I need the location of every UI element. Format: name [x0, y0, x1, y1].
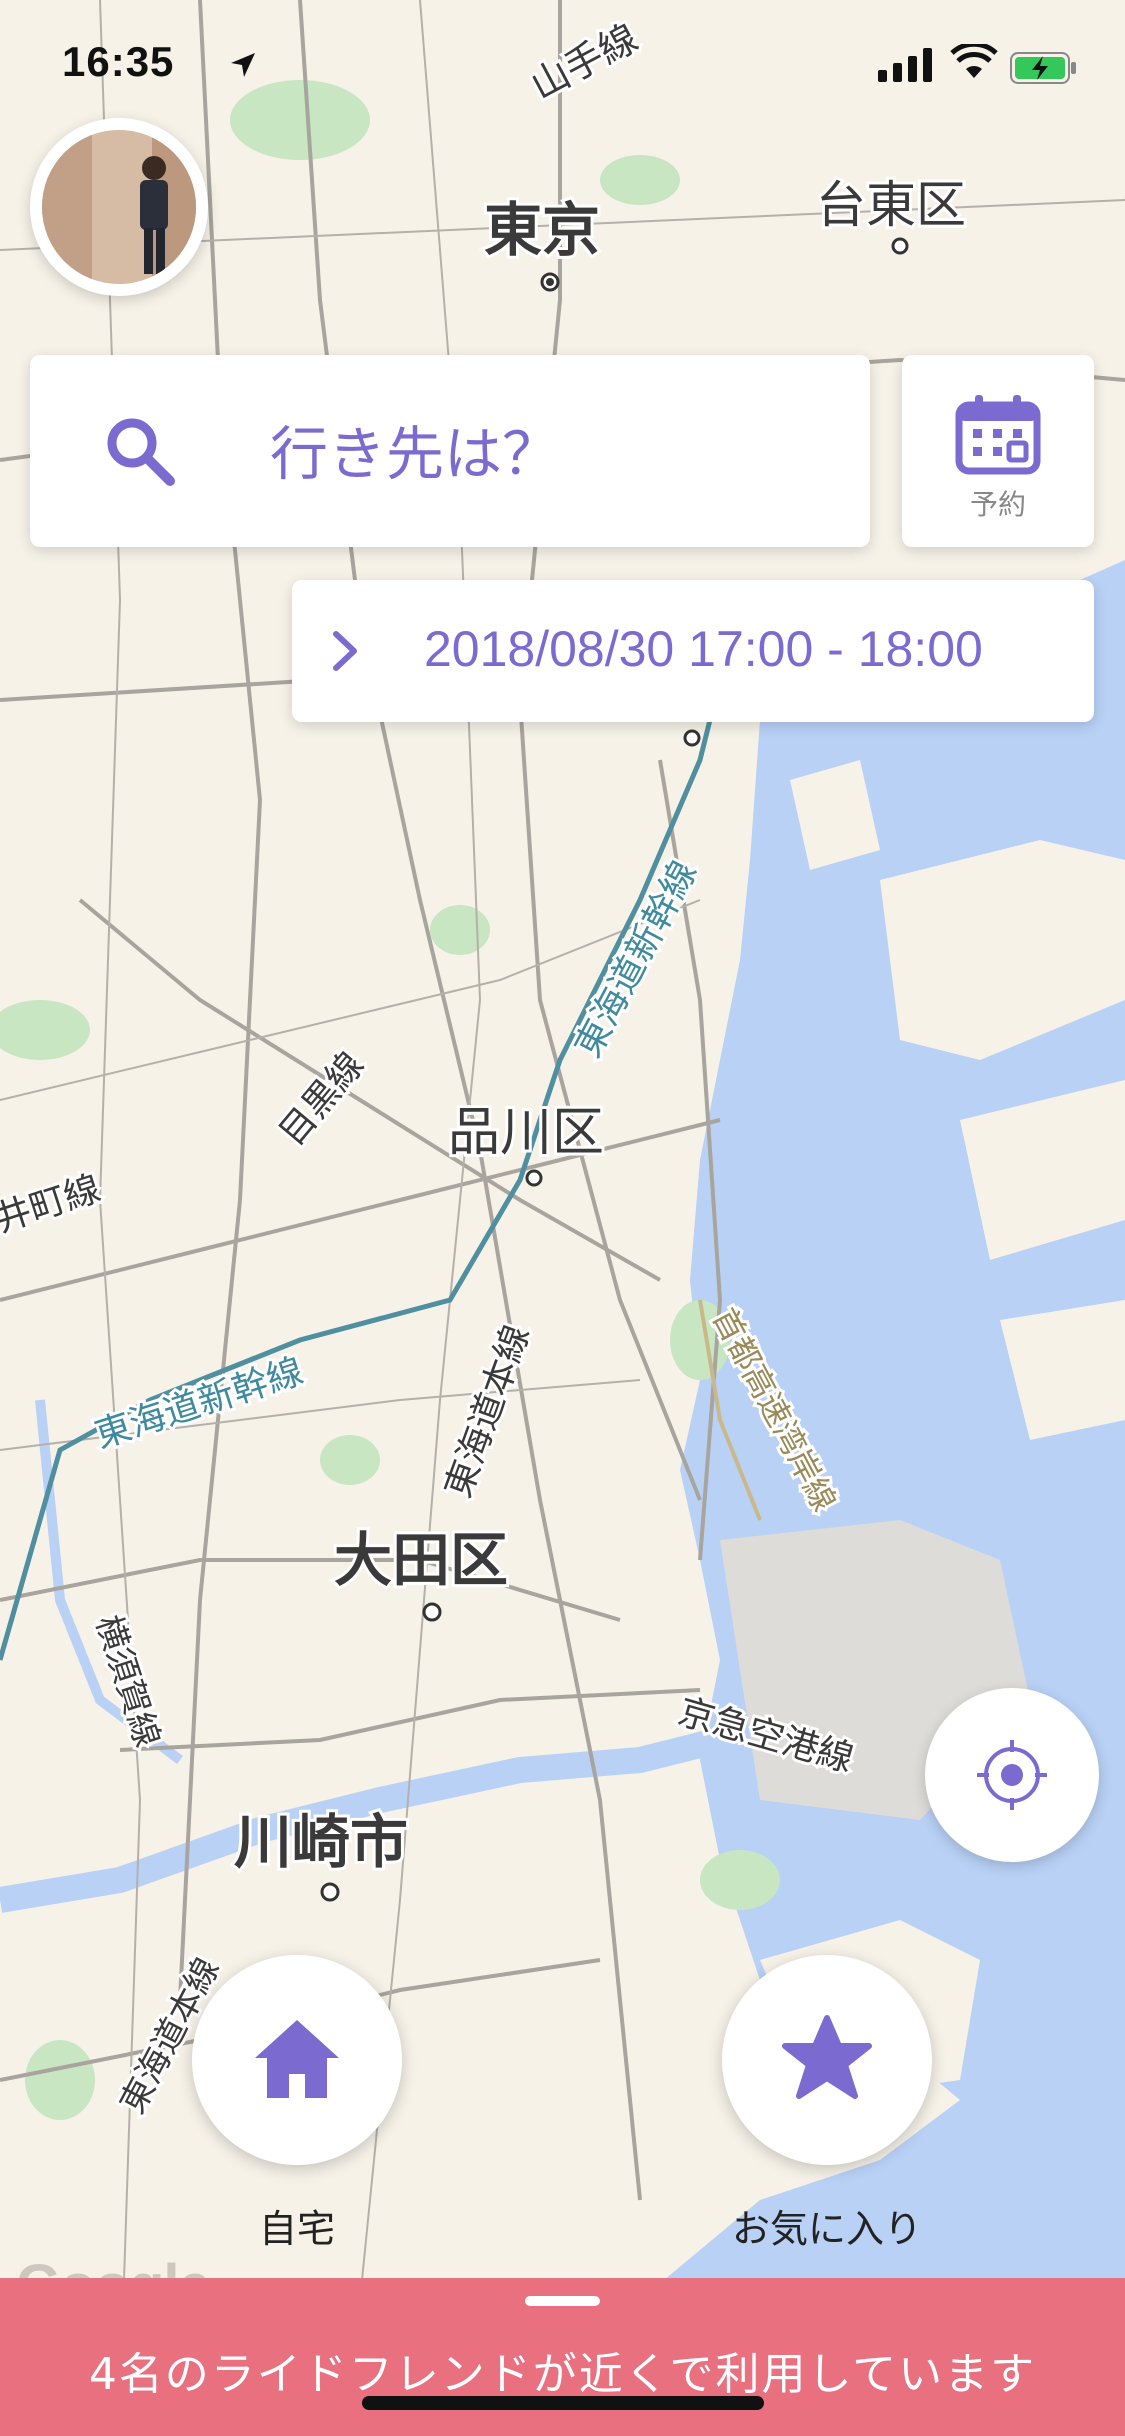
calendar-icon	[955, 395, 1041, 475]
home-icon	[255, 2020, 339, 2098]
banner-drag-handle[interactable]	[525, 2296, 600, 2306]
ride-friends-text: 4名のライドフレンドが近くで利用しています	[88, 2349, 1037, 2400]
current-location-button[interactable]	[925, 1688, 1099, 1862]
reserve-button[interactable]: 予約	[902, 355, 1094, 547]
chevron-right-icon	[333, 631, 357, 671]
location-arrow-icon	[231, 53, 255, 77]
home-shortcut-button[interactable]	[192, 1955, 402, 2165]
map-label-taito: 台東区	[816, 176, 966, 234]
destination-search-bar[interactable]: 行き先は？	[30, 355, 870, 547]
profile-avatar[interactable]	[30, 118, 208, 296]
status-time: 16:35	[62, 38, 175, 85]
favorites-shortcut-label: お気に入り	[731, 2207, 922, 2251]
map-label-shinagawa: 品川区	[448, 1103, 604, 1163]
search-icon	[107, 418, 175, 486]
status-bar: 16:35	[0, 0, 1125, 130]
ride-friends-banner[interactable]: 4名のライドフレンドが近くで利用しています	[0, 2278, 1125, 2436]
wifi-icon	[950, 44, 998, 78]
map-label-ota: 大田区	[334, 1526, 508, 1594]
battery-charging-icon	[1010, 52, 1076, 84]
cellular-signal-icon	[878, 48, 932, 82]
reserve-label: 予約	[969, 488, 1026, 521]
map-label-kawasaki: 川崎市	[234, 1808, 408, 1876]
star-icon	[782, 2015, 872, 2099]
search-placeholder: 行き先は？	[270, 420, 561, 488]
favorites-shortcut-button[interactable]	[722, 1955, 932, 2165]
map-label-tokyo: 東京	[484, 196, 600, 264]
schedule-datetime-bar[interactable]: 2018/08/30 17:00 - 18:00	[292, 580, 1094, 722]
crosshair-icon	[977, 1740, 1047, 1810]
home-indicator[interactable]	[362, 2396, 764, 2410]
schedule-datetime: 2018/08/30 17:00 - 18:00	[424, 621, 983, 677]
home-shortcut-label: 自宅	[258, 2207, 335, 2251]
avatar-photo	[42, 130, 196, 284]
